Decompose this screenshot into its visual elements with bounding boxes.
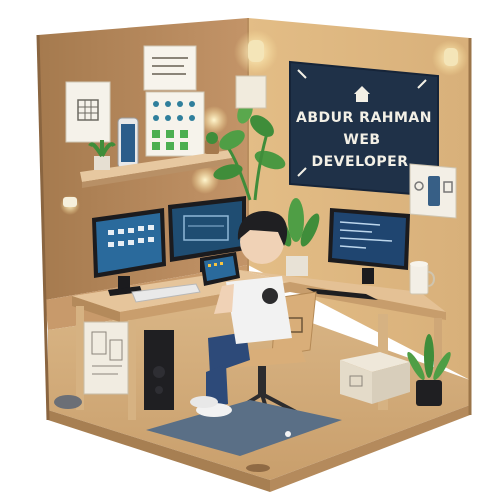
sign-line-2: WEB [343,132,380,148]
sign-line-3: DEVELOPER [311,154,408,170]
tic-tac-toe-card [65,81,111,143]
memo-card [143,45,197,91]
floor-cushion [54,395,82,409]
isometric-room-scene: ABDUR RAHMAN WEB DEVELOPER [36,18,472,492]
wall-switch [235,75,267,109]
sign-line-1: ABDUR RAHMAN [296,110,432,126]
app-poster [409,163,457,219]
